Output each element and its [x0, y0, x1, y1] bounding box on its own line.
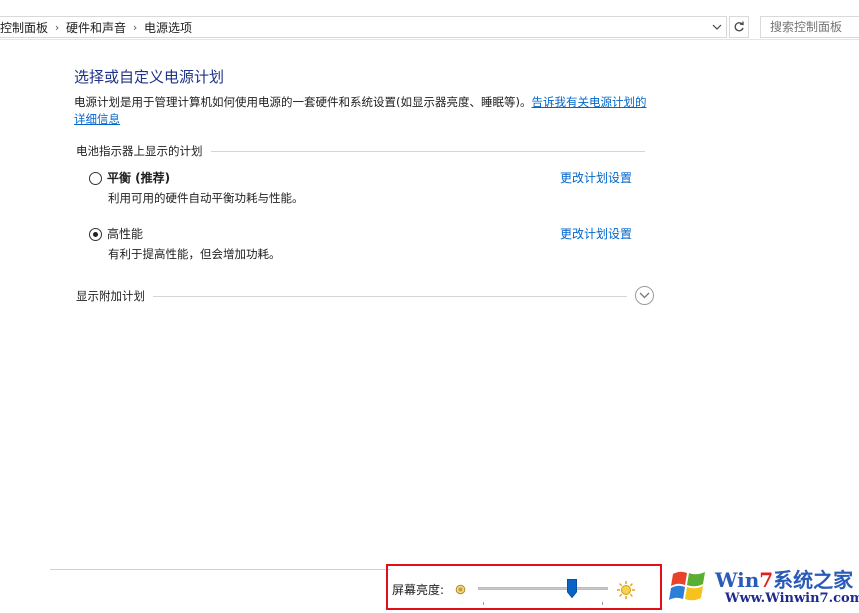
- breadcrumb-control-panel[interactable]: 控制面板: [0, 19, 48, 36]
- plan-high-performance-radio[interactable]: [89, 228, 102, 241]
- breadcrumb-hardware-sound[interactable]: 硬件和声音: [66, 19, 126, 36]
- search-input[interactable]: [760, 16, 859, 38]
- refresh-button[interactable]: [729, 16, 749, 38]
- refresh-icon: [734, 21, 744, 32]
- chevron-right-icon[interactable]: ›: [48, 21, 66, 34]
- bright-sun-icon: [617, 581, 635, 599]
- address-bar: 控制面板 › 硬件和声音 › 电源选项: [0, 0, 859, 40]
- group-label: 电池指示器上显示的计划: [76, 144, 203, 158]
- page-title: 选择或自定义电源计划: [74, 68, 225, 86]
- breadcrumb[interactable]: 控制面板 › 硬件和声音 › 电源选项: [0, 16, 727, 38]
- chevron-down-icon: [639, 292, 650, 299]
- dim-sun-icon: [455, 584, 466, 595]
- chevron-right-icon[interactable]: ›: [126, 21, 144, 34]
- windows-flag-logo-icon: [669, 571, 705, 601]
- additional-plans-group[interactable]: 显示附加计划: [76, 288, 627, 304]
- watermark-url: Www.Winwin7.com: [725, 591, 859, 606]
- description-text: 电源计划是用于管理计算机如何使用电源的一套硬件和系统设置(如显示器亮度、睡眠等)…: [74, 95, 532, 109]
- plan-high-performance-name[interactable]: 高性能: [107, 225, 143, 242]
- watermark-logo: Win7系统之家 Www.Winwin7.com: [665, 560, 859, 613]
- divider: [210, 150, 645, 152]
- brightness-label: 屏幕亮度:: [392, 583, 445, 597]
- brightness-highlight-box: 屏幕亮度:: [386, 564, 662, 610]
- plan-balanced-name[interactable]: 平衡 (推荐): [107, 169, 170, 186]
- bottom-divider: [50, 569, 390, 570]
- slider-tick: [483, 602, 484, 605]
- brightness-slider-track[interactable]: [478, 587, 608, 590]
- battery-plans-group: 电池指示器上显示的计划: [76, 143, 645, 159]
- plan-balanced-change-settings-link[interactable]: 更改计划设置: [560, 169, 632, 186]
- brightness-slider-thumb[interactable]: [566, 579, 577, 598]
- chevron-down-icon[interactable]: [708, 17, 726, 37]
- plan-high-performance-description: 有利于提高性能，但会增加功耗。: [108, 247, 281, 261]
- page-description: 电源计划是用于管理计算机如何使用电源的一套硬件和系统设置(如显示器亮度、睡眠等)…: [74, 94, 654, 128]
- divider: [153, 295, 627, 297]
- slider-tick: [602, 602, 603, 605]
- expand-additional-plans-button[interactable]: [635, 286, 654, 305]
- watermark-title: Win7系统之家: [715, 568, 854, 592]
- plan-high-performance-change-settings-link[interactable]: 更改计划设置: [560, 225, 632, 242]
- additional-plans-label[interactable]: 显示附加计划: [76, 288, 145, 304]
- breadcrumb-power-options[interactable]: 电源选项: [144, 19, 192, 36]
- plan-balanced-radio[interactable]: [89, 172, 102, 185]
- plan-balanced-description: 利用可用的硬件自动平衡功耗与性能。: [108, 191, 304, 205]
